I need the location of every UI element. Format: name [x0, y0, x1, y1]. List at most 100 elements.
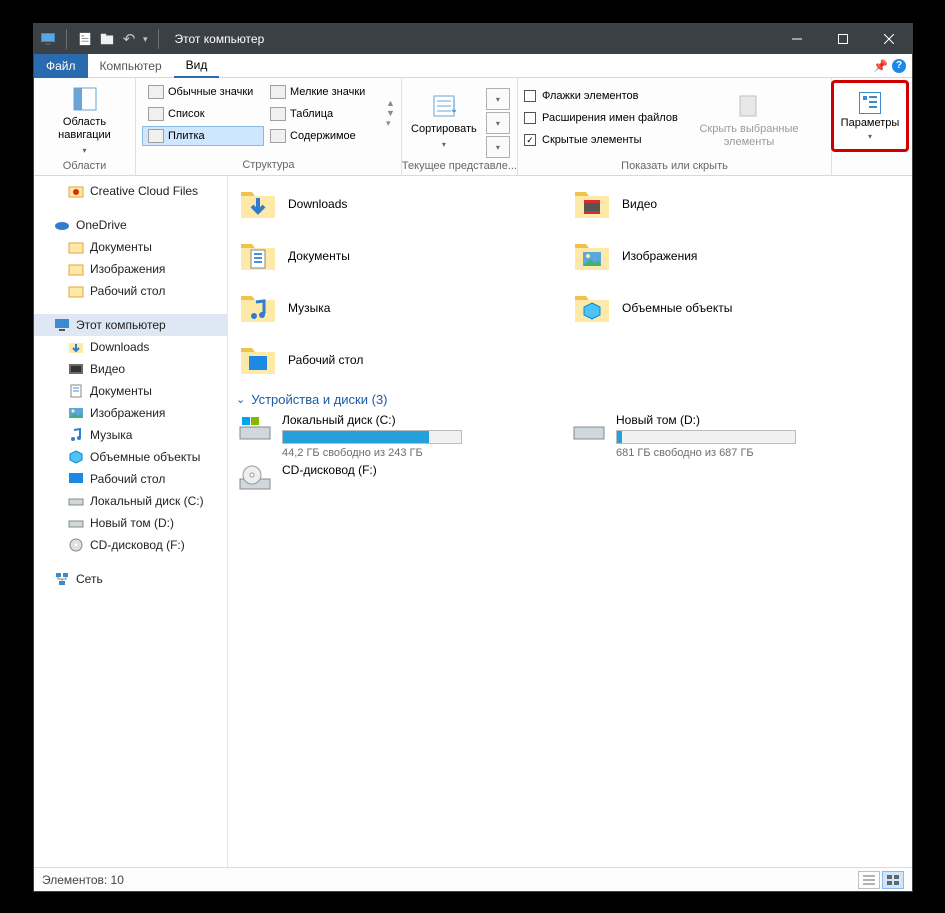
- tree-creative[interactable]: Creative Cloud Files: [34, 180, 227, 202]
- pc-icon: [40, 31, 56, 47]
- pc-icon: [54, 317, 70, 333]
- help-icon[interactable]: ?: [892, 59, 906, 73]
- cd-icon: [238, 463, 274, 493]
- layout-small[interactable]: Мелкие значки: [264, 82, 386, 102]
- folder-music[interactable]: Музыка: [238, 284, 568, 332]
- params-button[interactable]: Параметры ▾: [831, 80, 909, 152]
- params-label: Параметры: [841, 117, 900, 129]
- tree-video[interactable]: Видео: [34, 358, 227, 380]
- images-icon: [68, 405, 84, 421]
- layout-normal[interactable]: Обычные значки: [142, 82, 264, 102]
- tree-docs[interactable]: Документы: [34, 380, 227, 402]
- layout-table[interactable]: Таблица: [264, 104, 386, 124]
- folder-docs[interactable]: Документы: [238, 232, 568, 280]
- tree-3d[interactable]: Объемные объекты: [34, 446, 227, 468]
- tree-disk-c[interactable]: Локальный диск (C:): [34, 490, 227, 512]
- close-button[interactable]: [866, 24, 912, 54]
- navpane-label: Область навигации: [49, 116, 121, 142]
- tree-od-imgs[interactable]: Изображения: [34, 258, 227, 280]
- tree-thispc[interactable]: Этот компьютер: [34, 314, 227, 336]
- creative-icon: [68, 183, 84, 199]
- tree-imgs[interactable]: Изображения: [34, 402, 227, 424]
- tree-music[interactable]: Музыка: [34, 424, 227, 446]
- sort-button[interactable]: Сортировать▾: [408, 82, 480, 160]
- window-title: Этот компьютер: [175, 32, 265, 46]
- layout-tiles[interactable]: Плитка: [142, 126, 264, 146]
- drive-icon: [572, 413, 608, 443]
- client-area: Creative Cloud Files OneDrive Документы …: [34, 176, 912, 867]
- drive-icon: [238, 413, 274, 443]
- tree-od-desk[interactable]: Рабочий стол: [34, 280, 227, 302]
- folder-3d[interactable]: Объемные объекты: [572, 284, 902, 332]
- tab-computer[interactable]: Компьютер: [88, 54, 174, 78]
- tree-cdrom[interactable]: CD-дисковод (F:): [34, 534, 227, 556]
- folder-video[interactable]: Видео: [572, 180, 902, 228]
- hide-selected-button: Скрыть выбранные элементы: [694, 82, 804, 160]
- view-tiles-button[interactable]: [882, 871, 904, 889]
- maximize-button[interactable]: [820, 24, 866, 54]
- tree-od-docs[interactable]: Документы: [34, 236, 227, 258]
- group-label-showhide: Показать или скрыть: [518, 160, 831, 176]
- addcol-dd[interactable]: ▾: [486, 112, 510, 134]
- chk-hidden[interactable]: ✓Скрытые элементы: [524, 130, 684, 150]
- tree-desk[interactable]: Рабочий стол: [34, 468, 227, 490]
- onedrive-icon: [54, 217, 70, 233]
- layout-list[interactable]: Список: [142, 104, 264, 124]
- tree-disk-d[interactable]: Новый том (D:): [34, 512, 227, 534]
- disk-icon: [68, 493, 84, 509]
- folder-downloads[interactable]: Downloads: [238, 180, 568, 228]
- folder-icon: [68, 283, 84, 299]
- group-label-layout: Структура: [136, 159, 401, 175]
- minimize-button[interactable]: [774, 24, 820, 54]
- ribbon: Область навигации ▾ Области Обычные знач…: [34, 78, 912, 176]
- drive-d-fill: [617, 431, 622, 443]
- tree-onedrive[interactable]: OneDrive: [34, 214, 227, 236]
- network-icon: [54, 571, 70, 587]
- folder-desktop[interactable]: Рабочий стол: [238, 336, 568, 384]
- view-details-button[interactable]: [858, 871, 880, 889]
- drive-c-fill: [283, 431, 429, 443]
- navigation-pane[interactable]: Creative Cloud Files OneDrive Документы …: [34, 176, 228, 867]
- content-area[interactable]: Downloads Видео Документы Изображения Му…: [228, 176, 912, 867]
- video-icon: [68, 361, 84, 377]
- explorer-window: ↶ ▾ Этот компьютер Файл Компьютер Вид 📌 …: [33, 23, 913, 892]
- music-icon: [68, 427, 84, 443]
- titlebar: ↶ ▾ Этот компьютер: [34, 24, 912, 54]
- drive-f[interactable]: CD-дисковод (F:): [238, 463, 498, 493]
- status-text: Элементов: 10: [42, 873, 124, 887]
- tab-view[interactable]: Вид: [174, 54, 220, 78]
- folder-images[interactable]: Изображения: [572, 232, 902, 280]
- download-icon: [68, 339, 84, 355]
- cd-icon: [68, 537, 84, 553]
- chevron-down-icon: ⌄: [236, 393, 245, 406]
- layout-content[interactable]: Содержимое: [264, 126, 386, 146]
- devices-header[interactable]: ⌄ Устройства и диски (3): [236, 392, 902, 407]
- desktop-icon: [68, 471, 84, 487]
- group-label-areas: Области: [34, 160, 135, 176]
- drive-c[interactable]: Локальный диск (C:) 44,2 ГБ свободно из …: [238, 413, 498, 459]
- sizecol-dd[interactable]: ▾: [486, 136, 510, 158]
- documents-icon: [68, 383, 84, 399]
- group-label-currentview: Текущее представле...: [402, 160, 517, 176]
- params-icon: [859, 92, 881, 114]
- tree-network[interactable]: Сеть: [34, 568, 227, 590]
- navpane-button[interactable]: Область навигации ▾: [49, 82, 121, 160]
- properties-icon[interactable]: [77, 31, 93, 47]
- folder-icon: [68, 261, 84, 277]
- tabstrip: Файл Компьютер Вид 📌 ?: [34, 54, 912, 78]
- tab-file[interactable]: Файл: [34, 54, 88, 78]
- tree-downloads[interactable]: Downloads: [34, 336, 227, 358]
- 3d-icon: [68, 449, 84, 465]
- disk-icon: [68, 515, 84, 531]
- folder-icon: [68, 239, 84, 255]
- groupby-dd[interactable]: ▾: [486, 88, 510, 110]
- status-bar: Элементов: 10: [34, 867, 912, 891]
- chk-extensions[interactable]: Расширения имен файлов: [524, 108, 684, 128]
- chk-flags[interactable]: Флажки элементов: [524, 86, 684, 106]
- pin-icon[interactable]: 📌: [873, 59, 888, 73]
- newfolder-icon[interactable]: [99, 31, 115, 47]
- undo-icon[interactable]: ↶: [121, 31, 137, 47]
- folders-grid: Downloads Видео Документы Изображения Му…: [238, 180, 902, 384]
- drives-grid: Локальный диск (C:) 44,2 ГБ свободно из …: [238, 413, 902, 493]
- drive-d[interactable]: Новый том (D:) 681 ГБ свободно из 687 ГБ: [572, 413, 832, 459]
